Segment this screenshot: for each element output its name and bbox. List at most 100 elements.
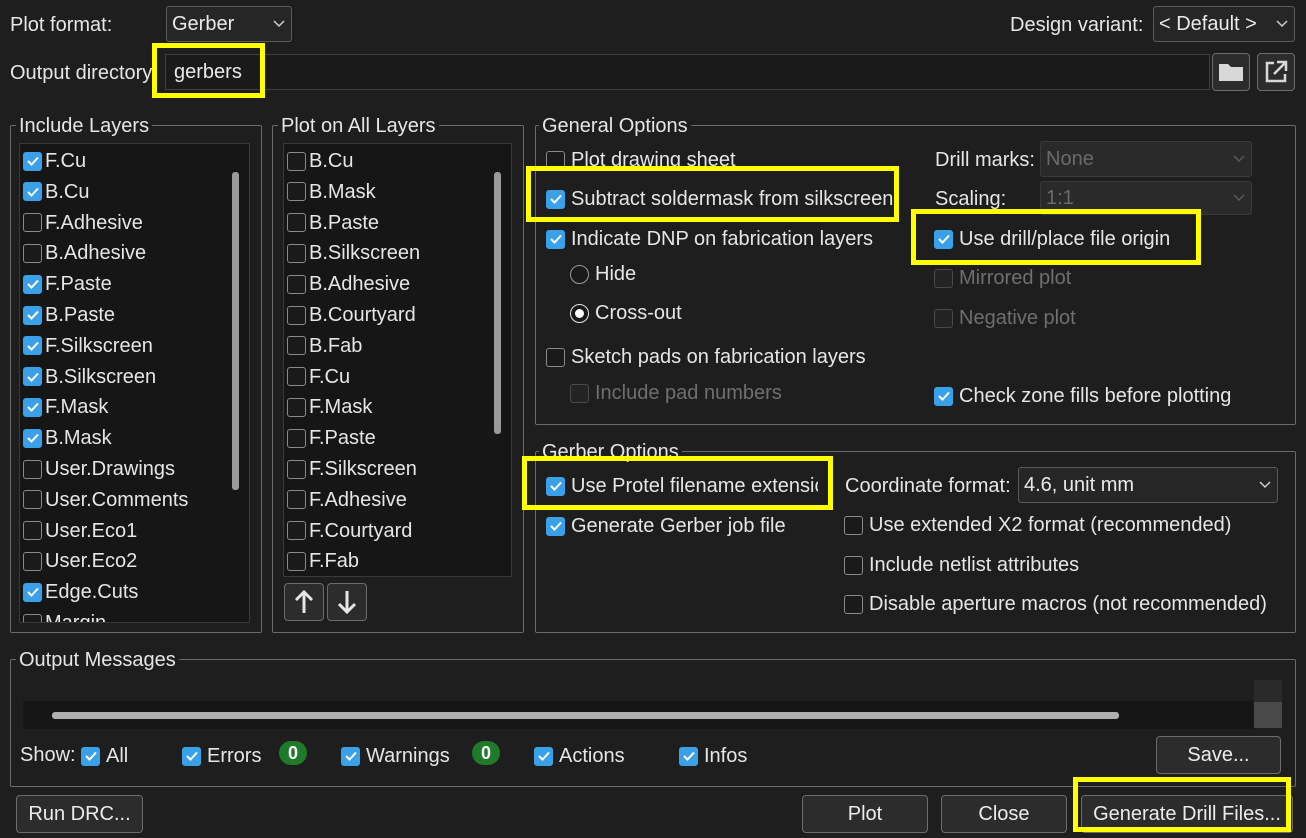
show-all-checkbox[interactable] <box>81 746 100 766</box>
include-netlist-option[interactable]: Include netlist attributes <box>844 552 1079 578</box>
plot-format-select[interactable]: Gerber <box>166 6 292 42</box>
include-layer-item[interactable]: User.Eco2 <box>23 548 137 574</box>
plot-all-layer-checkbox[interactable] <box>287 213 306 233</box>
disable-aperture-option[interactable]: Disable aperture macros (not recommended… <box>844 591 1267 617</box>
plot-all-layer-checkbox[interactable] <box>287 243 306 263</box>
plot-all-layer-item[interactable]: B.Courtyard <box>287 302 416 328</box>
plot-all-layer-item[interactable]: B.Cu <box>287 148 353 174</box>
include-layers-list[interactable]: F.Cu B.Cu F.Adhesive B.Adhesive F.Paste B.Pas… <box>19 143 250 623</box>
save-button[interactable]: Save... <box>1156 736 1281 774</box>
use-drill-origin-option[interactable]: Use drill/place file origin <box>934 226 1170 252</box>
plot-all-layer-checkbox[interactable] <box>287 182 306 202</box>
show-actions-option[interactable]: Actions <box>534 743 625 769</box>
plot-all-layer-item[interactable]: B.Silkscreen <box>287 240 420 266</box>
plot-all-layer-checkbox[interactable] <box>287 151 306 171</box>
include-layer-checkbox[interactable] <box>23 305 42 325</box>
include-layer-item[interactable]: User.Comments <box>23 487 188 513</box>
design-variant-select[interactable]: < Default > <box>1153 6 1295 42</box>
close-button[interactable]: Close <box>941 795 1067 833</box>
check-zone-fills-option[interactable]: Check zone fills before plotting <box>934 383 1231 409</box>
show-actions-checkbox[interactable] <box>534 746 553 766</box>
run-drc-button[interactable]: Run DRC... <box>16 795 143 833</box>
include-layer-item[interactable]: Edge.Cuts <box>23 579 138 605</box>
indicate-dnp-checkbox[interactable] <box>546 229 565 249</box>
plot-all-layer-checkbox[interactable] <box>287 305 306 325</box>
subtract-soldermask-option[interactable]: Subtract soldermask from silkscreen <box>546 186 893 212</box>
use-x2-option[interactable]: Use extended X2 format (recommended) <box>844 512 1231 538</box>
use-drill-origin-checkbox[interactable] <box>934 229 953 249</box>
plot-drawing-sheet-option[interactable]: Plot drawing sheet <box>546 147 736 173</box>
include-layer-checkbox[interactable] <box>23 243 42 263</box>
plot-all-layer-checkbox[interactable] <box>287 490 306 510</box>
generate-job-checkbox[interactable] <box>546 516 565 536</box>
hide-radio[interactable] <box>570 264 589 284</box>
generate-job-option[interactable]: Generate Gerber job file <box>546 513 786 539</box>
disable-aperture-checkbox[interactable] <box>844 594 863 614</box>
show-infos-checkbox[interactable] <box>679 746 698 766</box>
use-protel-checkbox[interactable] <box>546 476 565 496</box>
include-layers-scrollbar[interactable] <box>232 172 239 490</box>
include-layer-item[interactable]: B.Silkscreen <box>23 364 156 390</box>
include-layer-checkbox[interactable] <box>23 459 42 479</box>
plot-all-layer-item[interactable]: F.Paste <box>287 425 376 451</box>
include-layer-item[interactable]: F.Adhesive <box>23 210 143 236</box>
output-dir-input[interactable]: gerbers <box>165 54 1210 90</box>
include-layer-checkbox[interactable] <box>23 490 42 510</box>
show-warnings-checkbox[interactable] <box>341 746 360 766</box>
plot-all-layer-item[interactable]: F.Courtyard <box>287 518 412 544</box>
include-layer-item[interactable]: Margin <box>23 610 106 622</box>
include-layer-item[interactable]: F.Mask <box>23 394 108 420</box>
use-x2-checkbox[interactable] <box>844 515 863 535</box>
plot-all-layer-item[interactable]: B.Mask <box>287 179 376 205</box>
plot-all-layer-item[interactable]: B.Adhesive <box>287 271 410 297</box>
plot-all-layers-list[interactable]: B.Cu B.Mask B.Paste B.Silkscreen B.Adhesive B… <box>283 143 512 577</box>
include-netlist-checkbox[interactable] <box>844 555 863 575</box>
include-layer-checkbox[interactable] <box>23 428 42 448</box>
plot-all-layer-item[interactable]: F.Adhesive <box>287 487 407 513</box>
messages-vscroll-track[interactable] <box>1254 680 1282 728</box>
show-errors-option[interactable]: Errors <box>182 743 261 769</box>
include-layer-checkbox[interactable] <box>23 274 42 294</box>
move-down-button[interactable] <box>327 583 367 621</box>
include-layer-item[interactable]: User.Eco1 <box>23 518 137 544</box>
include-layer-checkbox[interactable] <box>23 582 42 602</box>
plot-drawing-sheet-checkbox[interactable] <box>546 150 565 170</box>
show-warnings-option[interactable]: Warnings <box>341 743 450 769</box>
plot-all-layer-checkbox[interactable] <box>287 428 306 448</box>
include-layer-item[interactable]: User.Drawings <box>23 456 175 482</box>
cross-out-option[interactable]: Cross-out <box>570 300 682 326</box>
include-layer-item[interactable]: B.Paste <box>23 302 115 328</box>
plot-all-layer-checkbox[interactable] <box>287 459 306 479</box>
include-layer-checkbox[interactable] <box>23 213 42 233</box>
plot-button[interactable]: Plot <box>802 795 928 833</box>
include-layer-checkbox[interactable] <box>23 367 42 387</box>
show-all-option[interactable]: All <box>81 743 128 769</box>
plot-all-layer-checkbox[interactable] <box>287 551 306 571</box>
plot-all-layer-checkbox[interactable] <box>287 336 306 356</box>
move-up-button[interactable] <box>284 583 324 621</box>
plot-all-layer-item[interactable]: B.Paste <box>287 210 379 236</box>
subtract-soldermask-checkbox[interactable] <box>546 189 565 209</box>
include-layer-checkbox[interactable] <box>23 397 42 417</box>
plot-all-layer-item[interactable]: F.Fab <box>287 548 359 574</box>
check-zone-fills-checkbox[interactable] <box>934 386 953 406</box>
show-errors-checkbox[interactable] <box>182 746 201 766</box>
include-layer-item[interactable]: F.Paste <box>23 271 112 297</box>
hide-option[interactable]: Hide <box>570 261 636 287</box>
use-protel-option[interactable]: Use Protel filename extensic <box>546 473 818 499</box>
open-directory-button[interactable] <box>1257 53 1295 91</box>
include-layer-item[interactable]: B.Adhesive <box>23 240 146 266</box>
plot-all-layer-item[interactable]: F.Silkscreen <box>287 456 417 482</box>
cross-out-radio[interactable] <box>570 303 589 323</box>
plot-all-layers-scrollbar[interactable] <box>494 172 501 434</box>
indicate-dnp-option[interactable]: Indicate DNP on fabrication layers <box>546 226 873 252</box>
plot-all-layer-checkbox[interactable] <box>287 274 306 294</box>
plot-all-layer-checkbox[interactable] <box>287 367 306 387</box>
include-layer-item[interactable]: F.Silkscreen <box>23 333 153 359</box>
sketch-pads-checkbox[interactable] <box>546 347 565 367</box>
show-infos-option[interactable]: Infos <box>679 743 747 769</box>
include-layer-checkbox[interactable] <box>23 336 42 356</box>
messages-hscrollbar[interactable] <box>52 712 1119 719</box>
browse-folder-button[interactable] <box>1212 53 1250 91</box>
include-layer-item[interactable]: B.Mask <box>23 425 112 451</box>
